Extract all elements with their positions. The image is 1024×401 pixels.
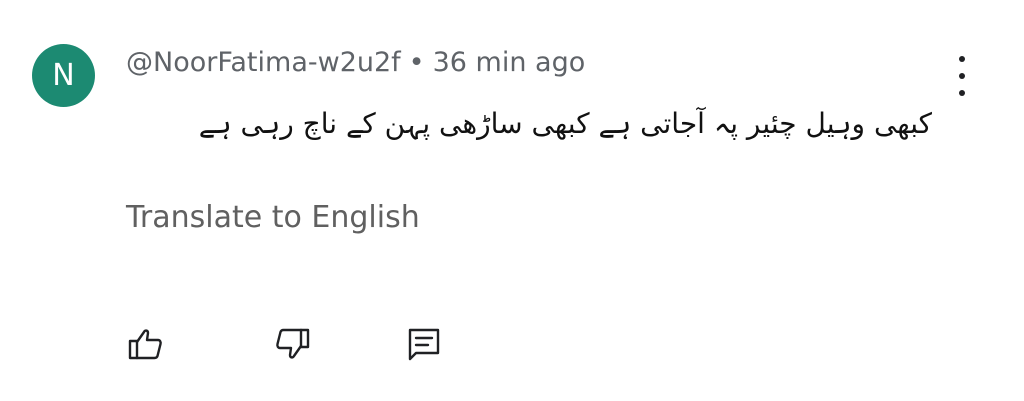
dislike-button[interactable] (268, 320, 316, 368)
translate-button[interactable]: Translate to English (126, 200, 420, 235)
comment-header: @NoorFatima-w2u2f • 36 min ago (126, 47, 585, 78)
reply-comment-icon (408, 328, 440, 361)
thumbs-down-icon (276, 328, 310, 359)
more-vert-icon-dot (959, 73, 965, 79)
more-options-button[interactable] (948, 56, 976, 96)
comment-card: N @NoorFatima-w2u2f • 36 min ago کبھی وہیل… (0, 0, 1024, 401)
author-handle[interactable]: @NoorFatima-w2u2f (126, 47, 401, 78)
thumbs-up-icon (128, 329, 162, 360)
reply-button[interactable] (400, 320, 448, 368)
like-button[interactable] (122, 320, 170, 368)
header-separator: • (408, 47, 425, 78)
comment-text: کبھی وہیل چئیر پہ آجاتی ہے کبھی ساڑھی پہ… (198, 107, 932, 140)
comment-timestamp: 36 min ago (432, 47, 586, 78)
avatar-letter: N (52, 58, 75, 93)
avatar[interactable]: N (32, 44, 95, 107)
more-vert-icon-dot (959, 56, 965, 62)
more-vert-icon-dot (959, 90, 965, 96)
